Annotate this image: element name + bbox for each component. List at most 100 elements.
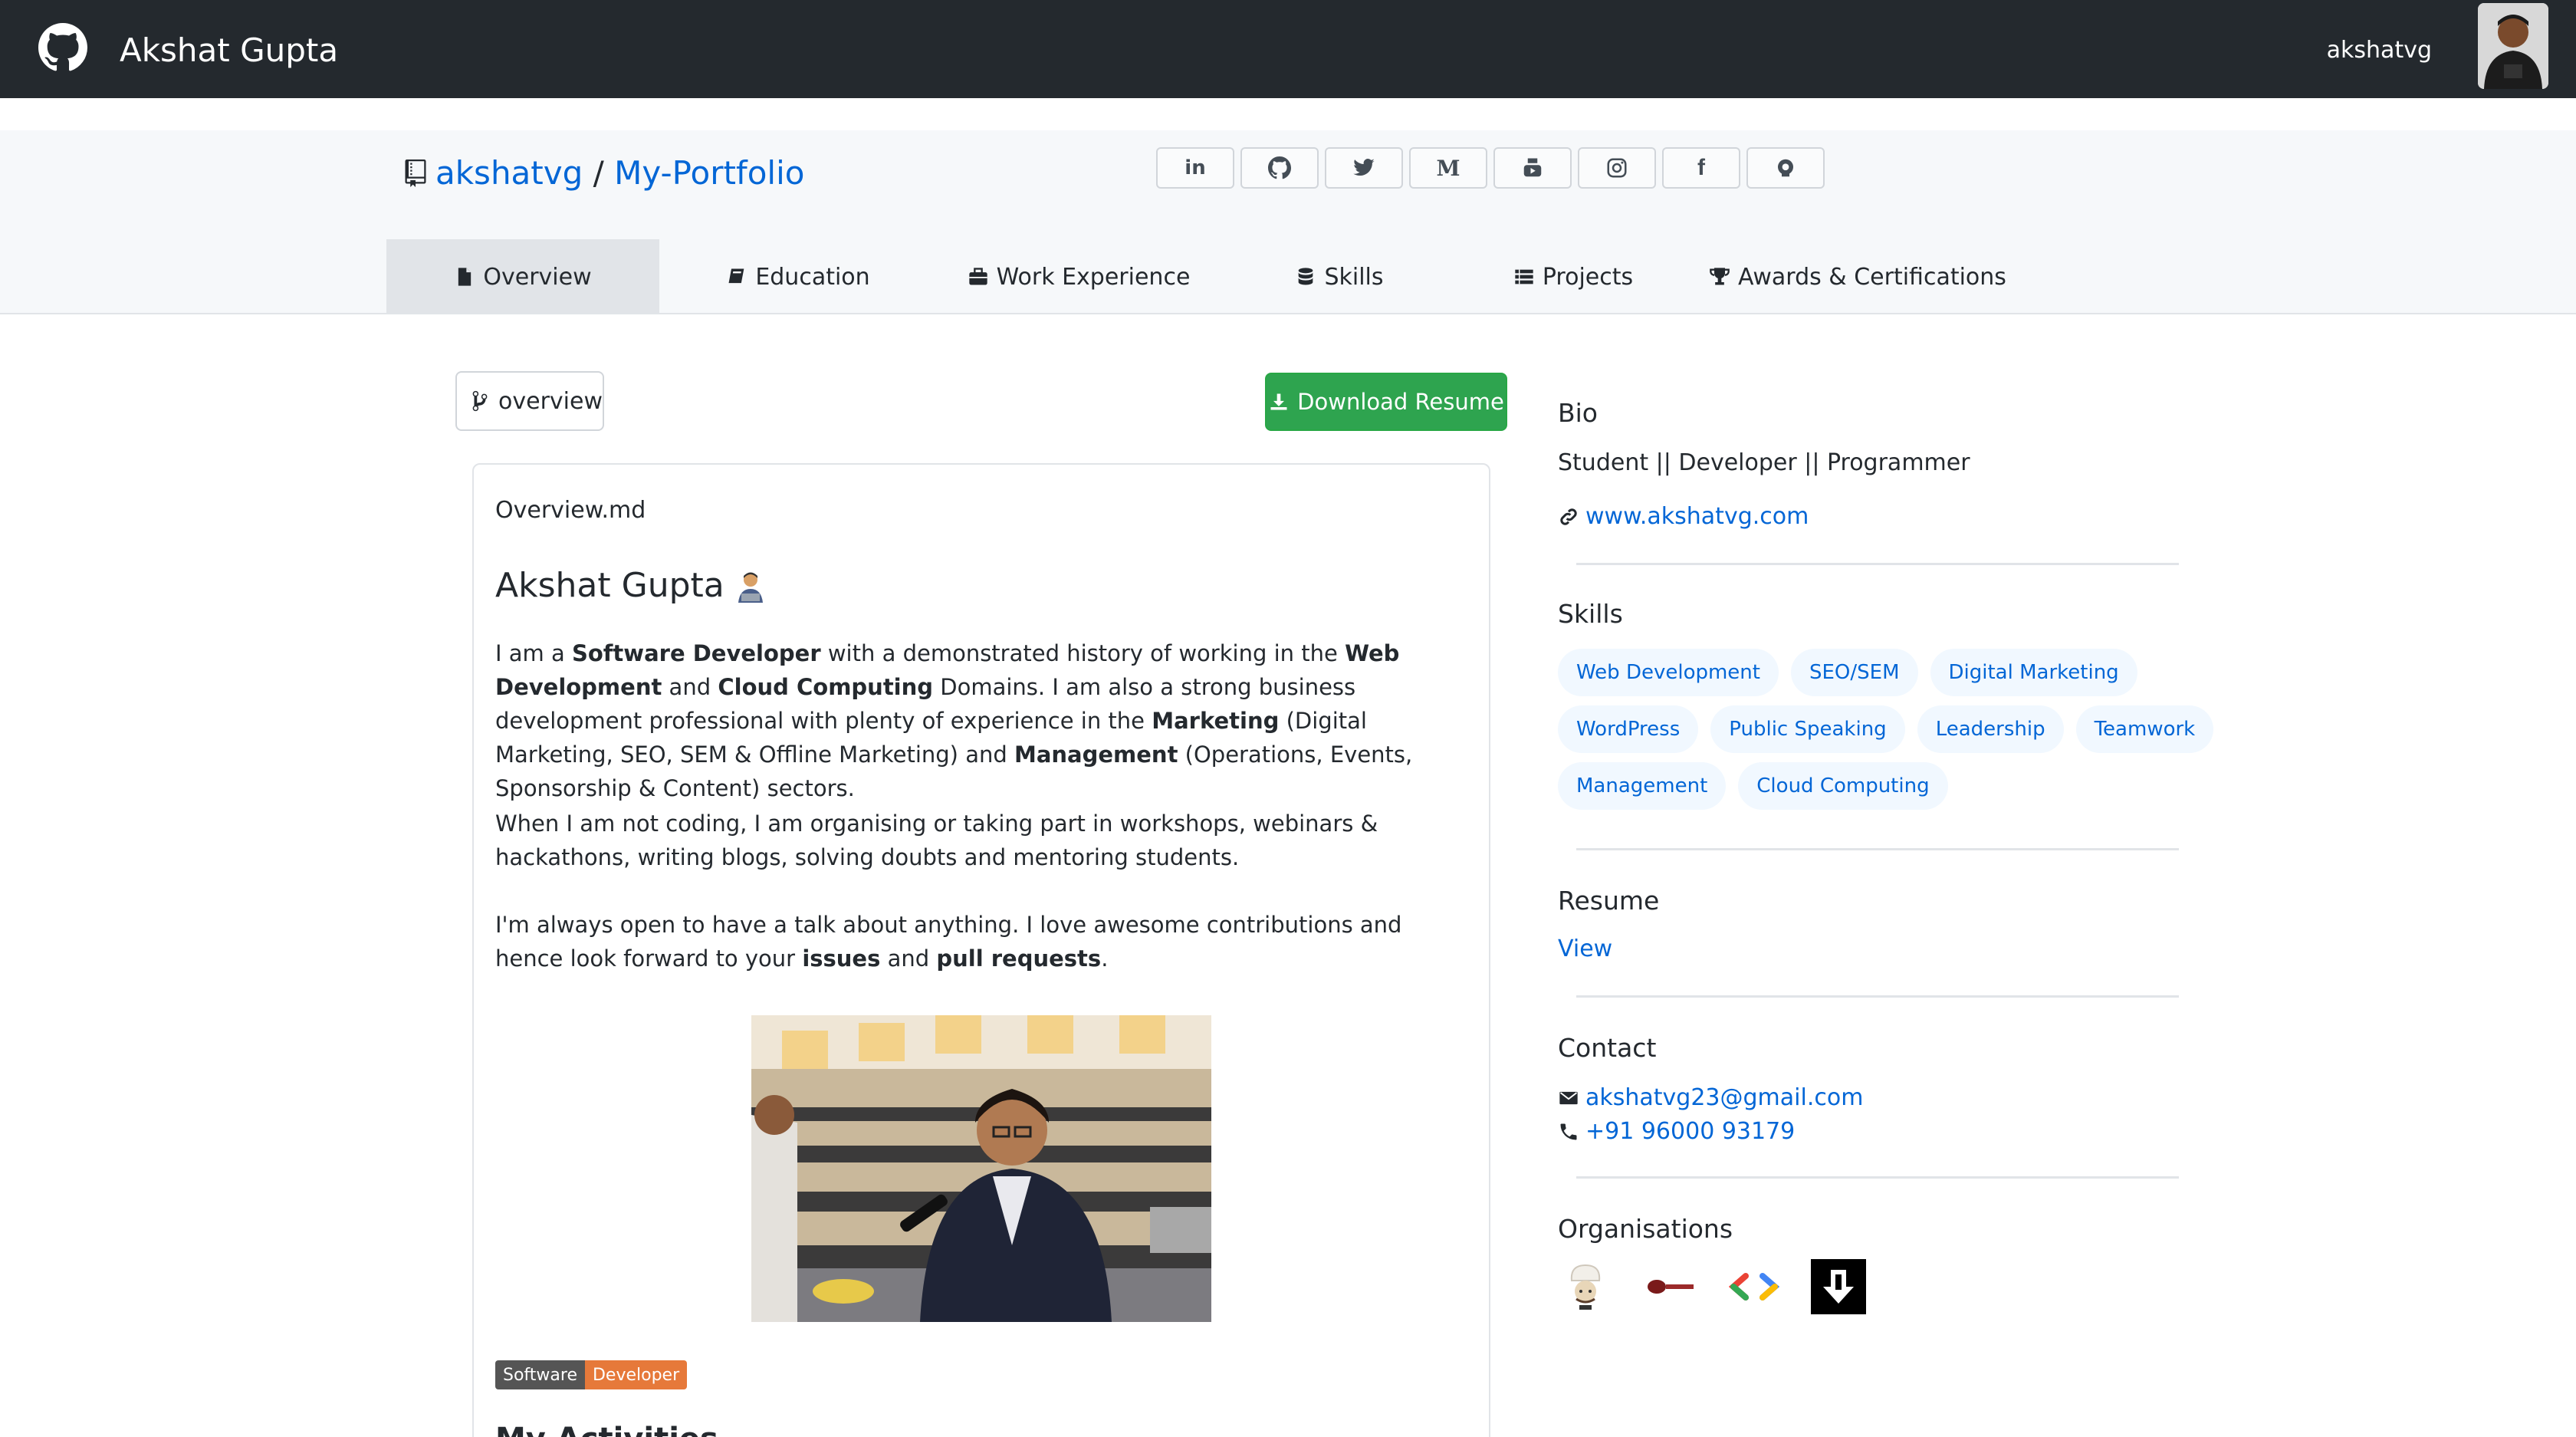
twitter-button[interactable] (1325, 147, 1403, 189)
list-icon (1515, 269, 1533, 284)
badge-right: Developer (584, 1360, 688, 1389)
readme-card: Overview.md Akshat Gupta I am a Software… (472, 463, 1490, 1437)
linkedin-icon: in (1184, 156, 1206, 179)
download-resume-button[interactable]: Download Resume (1265, 373, 1507, 431)
email-link[interactable]: akshatvg23@gmail.com (1585, 1081, 1863, 1115)
social-links: in M f (1156, 147, 1825, 189)
organisations-title: Organisations (1558, 1214, 1733, 1244)
divider (1576, 563, 2179, 565)
tab-education[interactable]: Education (659, 239, 937, 314)
github-logo-icon[interactable] (38, 23, 87, 72)
tab-overview-label: Overview (483, 263, 592, 291)
divider (1576, 848, 2179, 850)
readme-paragraph-1: I am a Software Developer with a demonst… (495, 640, 1413, 801)
tab-projects[interactable]: Projects (1458, 239, 1688, 314)
file-icon (458, 268, 472, 286)
codechef-icon (1778, 159, 1793, 177)
instagram-button[interactable] (1578, 147, 1656, 189)
tab-awards-label: Awards & Certifications (1738, 263, 2006, 291)
download-icon (1270, 393, 1287, 410)
tab-work-experience[interactable]: Work Experience (937, 239, 1221, 314)
phone-link[interactable]: +91 96000 93179 (1585, 1115, 1795, 1149)
book-icon (728, 268, 744, 284)
pull-requests-text: pull requests (936, 945, 1102, 972)
branch-button[interactable]: overview (455, 371, 604, 431)
database-icon (1299, 268, 1313, 285)
repo-tabs: Overview Education Work Experience Skill… (386, 239, 2027, 314)
top-navbar: Akshat Gupta akshatvg (0, 0, 2576, 98)
skills-row-2: WordPress Public Speaking Leadership Tea… (1558, 705, 2214, 753)
skill-tag[interactable]: Management (1558, 762, 1727, 810)
envelope-icon (1559, 1091, 1578, 1105)
bio-text: Student || Developer || Programmer (1558, 449, 1970, 476)
link-icon (1560, 508, 1577, 525)
site-title[interactable]: Akshat Gupta (120, 28, 338, 74)
repo-header: akshatvg / My-Portfolio in M f Overview (0, 130, 2576, 314)
google-dsc-logo[interactable] (1727, 1259, 1782, 1314)
branch-label: overview (498, 387, 603, 415)
divider (1576, 995, 2179, 998)
skill-tag[interactable]: Leadership (1917, 705, 2064, 753)
tab-overview[interactable]: Overview (386, 239, 659, 314)
phone-row: +91 96000 93179 (1558, 1115, 1795, 1149)
git-branch-icon (472, 390, 488, 412)
skill-tag[interactable]: WordPress (1558, 705, 1699, 753)
skill-tag[interactable]: Web Development (1558, 649, 1779, 696)
repo-separator: / (593, 154, 604, 192)
skill-tag[interactable]: Digital Marketing (1930, 649, 2137, 696)
speaker-photo (751, 1015, 1211, 1322)
avatar[interactable] (2478, 3, 2548, 89)
red-organisation-logo[interactable] (1642, 1259, 1697, 1314)
repo-owner-link[interactable]: akshatvg (435, 154, 583, 192)
youtube-icon (1523, 158, 1542, 177)
youtube-button[interactable] (1493, 147, 1572, 189)
download-resume-label: Download Resume (1297, 389, 1504, 415)
skills-title: Skills (1558, 599, 1623, 629)
tab-projects-label: Projects (1542, 263, 1634, 291)
tab-work-experience-label: Work Experience (996, 263, 1191, 291)
github-button[interactable] (1240, 147, 1319, 189)
readme-heading: Akshat Gupta (495, 563, 766, 609)
codechef-chapter-logo[interactable] (1558, 1259, 1613, 1314)
linkedin-button[interactable]: in (1156, 147, 1234, 189)
readme-paragraph-2: When I am not coding, I am organising or… (495, 811, 1378, 870)
resume-title: Resume (1558, 886, 1660, 916)
software-developer-badge: Software Developer (495, 1360, 688, 1389)
codechef-button[interactable] (1746, 147, 1825, 189)
readme-activities-heading: My Activities (495, 1420, 718, 1437)
resume-view-link[interactable]: View (1558, 932, 1612, 966)
website-row: www.akshatvg.com (1558, 500, 1809, 534)
contact-title: Contact (1558, 1033, 1657, 1063)
briefcase-icon (968, 268, 987, 285)
tab-skills-label: Skills (1324, 263, 1384, 291)
skills-row-3: Management Cloud Computing (1558, 762, 1948, 810)
tab-education-label: Education (755, 263, 870, 291)
skill-tag[interactable]: SEO/SEM (1790, 649, 1918, 696)
readme-heading-text: Akshat Gupta (495, 566, 724, 605)
medium-icon: M (1436, 155, 1460, 181)
skill-tag[interactable]: Teamwork (2075, 705, 2214, 753)
dev-organisation-logo[interactable] (1811, 1259, 1866, 1314)
readme-filename: Overview.md (495, 497, 646, 524)
tab-awards-certifications[interactable]: Awards & Certifications (1688, 239, 2027, 314)
organisations-list (1558, 1259, 1866, 1314)
github-icon (1268, 156, 1291, 179)
instagram-icon (1607, 158, 1627, 178)
skill-tag[interactable]: Public Speaking (1710, 705, 1905, 753)
issues-text: issues (802, 945, 881, 972)
bio-title: Bio (1558, 398, 1598, 428)
repo-path: akshatvg / My-Portfolio (435, 152, 804, 195)
skill-tag[interactable]: Cloud Computing (1738, 762, 1948, 810)
repo-icon (405, 159, 426, 187)
medium-button[interactable]: M (1409, 147, 1487, 189)
twitter-icon (1353, 159, 1375, 176)
username-label[interactable]: akshatvg (2327, 34, 2432, 67)
divider (1576, 1176, 2179, 1179)
website-link[interactable]: www.akshatvg.com (1585, 500, 1809, 534)
facebook-button[interactable]: f (1662, 147, 1740, 189)
readme-paragraph-3: I'm always open to have a talk about any… (495, 912, 1402, 972)
technologist-emoji-icon (738, 572, 763, 603)
repo-name-link[interactable]: My-Portfolio (614, 154, 804, 192)
facebook-icon: f (1697, 155, 1705, 180)
tab-skills[interactable]: Skills (1221, 239, 1458, 314)
